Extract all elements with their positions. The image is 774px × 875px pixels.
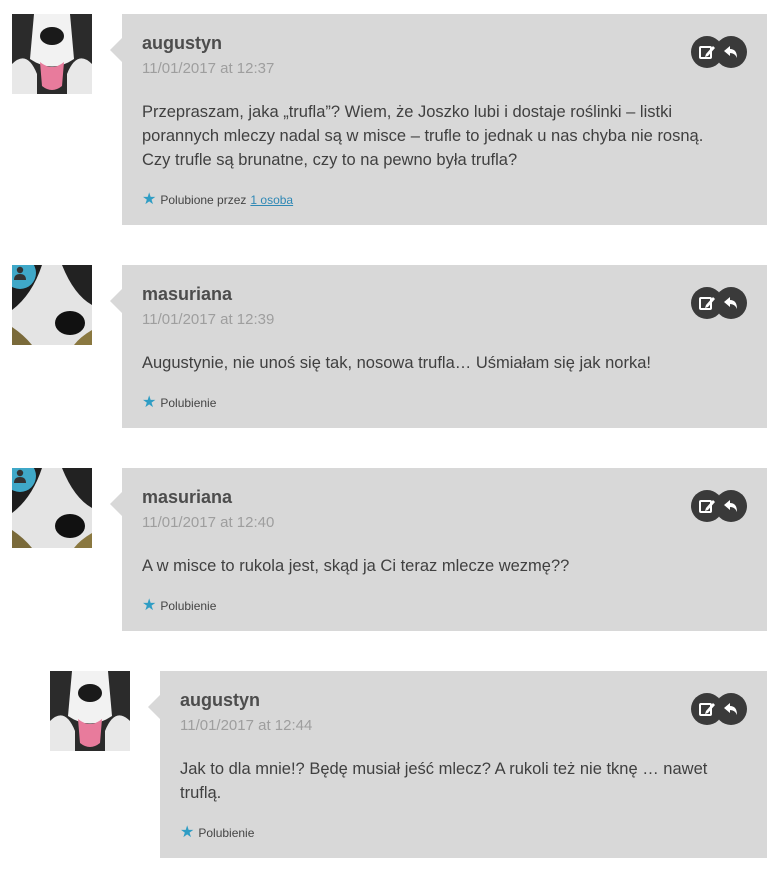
star-icon[interactable]: ★ (142, 598, 156, 614)
comment-text-line: Przepraszam, jaka „trufla”? Wiem, że Jos… (142, 103, 673, 121)
star-icon[interactable]: ★ (142, 192, 156, 208)
reply-icon (724, 297, 737, 309)
like-widget: ★ Polubienie (142, 395, 216, 411)
comment-text: Przepraszam, jaka „trufla”? Wiem, że Jos… (142, 100, 737, 172)
comment-bubble: augustyn 11/01/2017 at 12:44 Jak to dla … (148, 671, 767, 858)
comment-date[interactable]: 11/01/2017 at 12:37 (142, 60, 274, 77)
comment-author[interactable]: augustyn (142, 33, 222, 54)
user-icon (14, 469, 26, 483)
likers-link[interactable]: 1 osoba (250, 193, 293, 207)
comment-date[interactable]: 11/01/2017 at 12:39 (142, 311, 274, 328)
comment-actions (691, 287, 747, 319)
comment-bubble: augustyn 11/01/2017 at 12:37 Przepraszam… (110, 14, 767, 225)
comment-date[interactable]: 11/01/2017 at 12:44 (180, 717, 312, 734)
like-label[interactable]: Polubienie (198, 826, 254, 840)
comment-text-line: A w misce to rukola jest, skąd ja Ci ter… (142, 557, 570, 575)
comment-text-line: truflą. (180, 784, 222, 802)
reply-button[interactable] (715, 490, 747, 522)
edit-icon (699, 500, 715, 513)
comment-author[interactable]: masuriana (142, 284, 232, 305)
comment-author[interactable]: augustyn (180, 690, 260, 711)
reply-icon (724, 46, 737, 58)
comment-actions (691, 490, 747, 522)
edit-icon (699, 703, 715, 716)
comment-text: A w misce to rukola jest, skąd ja Ci ter… (142, 554, 737, 578)
like-label: Polubione przez (160, 193, 247, 207)
star-icon[interactable]: ★ (180, 825, 194, 841)
comment-bubble: masuriana 11/01/2017 at 12:40 A w misce … (110, 468, 767, 631)
like-widget: ★ Polubienie (180, 825, 254, 841)
avatar[interactable] (12, 14, 92, 94)
comment-actions (691, 693, 747, 725)
user-icon (14, 266, 26, 280)
comment-author[interactable]: masuriana (142, 487, 232, 508)
comment-date[interactable]: 11/01/2017 at 12:40 (142, 514, 274, 531)
comment-text-line: Jak to dla mnie!? Będę musiał jeść mlecz… (180, 760, 708, 778)
avatar[interactable] (12, 468, 92, 548)
edit-icon (699, 297, 715, 310)
star-icon[interactable]: ★ (142, 395, 156, 411)
like-label[interactable]: Polubienie (160, 599, 216, 613)
reply-button[interactable] (715, 693, 747, 725)
comment-actions (691, 36, 747, 68)
comment-text-line: Czy trufle są brunatne, czy to na pewno … (142, 151, 518, 169)
avatar[interactable] (12, 265, 92, 345)
comment-text-line: porannych mleczy nadal są w misce – truf… (142, 127, 704, 145)
reply-button[interactable] (715, 36, 747, 68)
edit-icon (699, 46, 715, 59)
reply-icon (724, 500, 737, 512)
like-widget: ★ Polubienie (142, 598, 216, 614)
reply-icon (724, 703, 737, 715)
comment-text: Jak to dla mnie!? Będę musiał jeść mlecz… (180, 757, 737, 805)
comment-bubble: masuriana 11/01/2017 at 12:39 Augustynie… (110, 265, 767, 428)
comment-text-line: Augustynie, nie unoś się tak, nosowa tru… (142, 354, 651, 372)
comment-text: Augustynie, nie unoś się tak, nosowa tru… (142, 351, 737, 375)
like-label[interactable]: Polubienie (160, 396, 216, 410)
reply-button[interactable] (715, 287, 747, 319)
like-widget: ★ Polubione przez 1 osoba (142, 192, 293, 208)
avatar[interactable] (50, 671, 130, 751)
